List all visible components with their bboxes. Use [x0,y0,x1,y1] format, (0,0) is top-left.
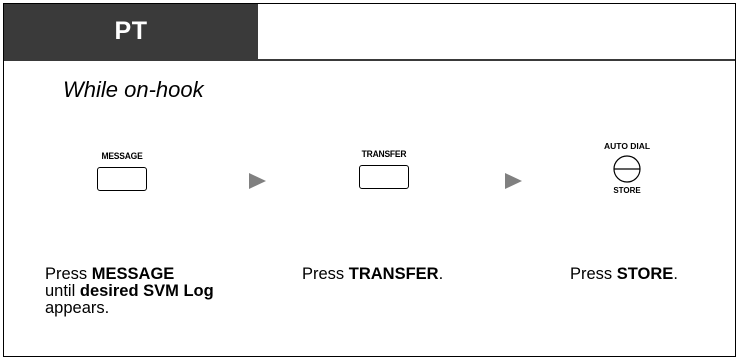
autodial-store-key: AUTO DIAL STORE [604,142,650,195]
transfer-key: TRANSFER [359,150,409,189]
step-3-prefix: Press [570,265,617,283]
condition-label: While on-hook [63,77,204,102]
step-2-key-name: TRANSFER [348,265,439,283]
message-key-label: MESSAGE [101,150,143,162]
transfer-key-label: TRANSFER [361,148,407,160]
arrow-right-icon [505,173,522,189]
step-2-prefix: Press [302,265,349,283]
message-key: MESSAGE [97,152,147,191]
step-3-key-name: STORE [616,265,674,283]
step-1-line2-prefix: until [45,282,80,300]
header-divider [4,59,735,61]
step-1-key-name: MESSAGE [91,265,175,283]
diagram-frame: PT While on-hook MESSAGE TRANSFER AUTO D… [3,3,736,357]
step-1-target: desired SVM Log [79,282,214,300]
step-1-instruction: Press MESSAGE until desired SVM Log appe… [45,266,265,317]
header-title: PT [114,17,148,45]
transfer-button-icon [359,164,409,189]
step-2-instruction: Press TRANSFER. [302,266,522,283]
step-2-suffix: . [438,265,444,283]
step-1-line3: appears. [45,299,110,317]
header-tab: PT [4,4,258,59]
arrow-right-icon [249,173,266,189]
step-3-instruction: Press STORE. [570,266,740,283]
autodial-key-label: AUTO DIAL [604,141,651,151]
store-key-label: STORE [613,185,641,195]
step-3-suffix: . [673,265,678,283]
autodial-store-button-icon [613,154,641,183]
step-1-prefix: Press [45,265,92,283]
message-button-icon [97,166,147,191]
